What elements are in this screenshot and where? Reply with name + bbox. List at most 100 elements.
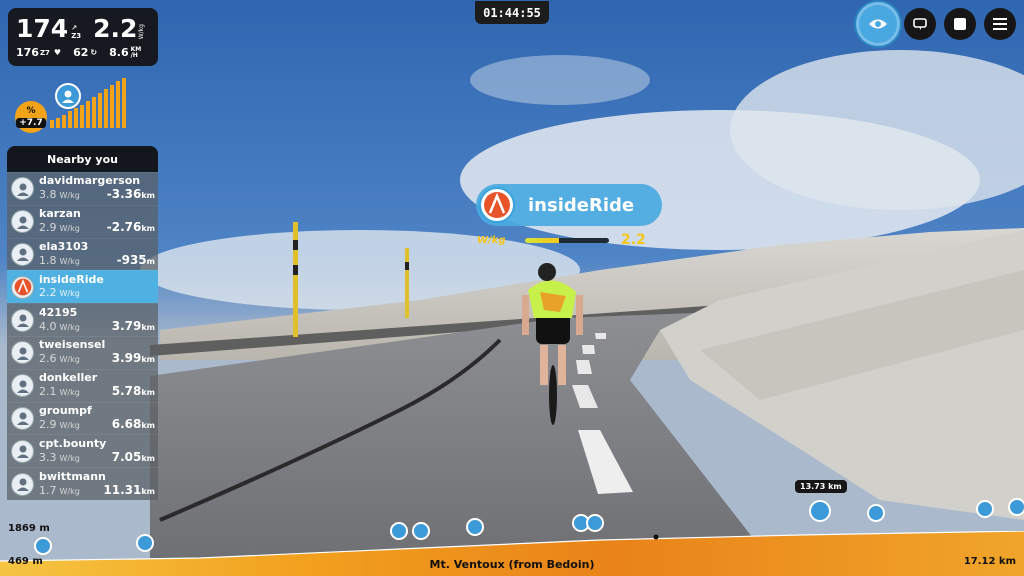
rider-gap: 5.78km xyxy=(112,384,155,400)
rider-avatar-icon xyxy=(11,406,34,430)
rider-wkg: 2.1 W/kg xyxy=(39,385,80,400)
rider-gap: 7.05km xyxy=(112,450,155,466)
gradient-label: % xyxy=(26,105,36,116)
rider-name: insideRide xyxy=(39,273,104,287)
menu-icon xyxy=(993,18,1007,30)
nearby-rider-row[interactable]: tweisensel 2.6 W/kg 3.99km xyxy=(7,335,158,369)
nearby-rider-row[interactable]: cpt.bounty 3.3 W/kg 7.05km xyxy=(7,434,158,468)
rider-wkg-fill xyxy=(525,237,559,243)
rider-gap-number: 3.99 xyxy=(111,351,142,366)
rider-gap-unit: km xyxy=(141,388,155,398)
rider-gap-unit: km xyxy=(141,420,155,430)
eye-icon xyxy=(869,19,887,29)
rider-wkg-number: 2.6 xyxy=(39,352,57,366)
rider-gap-unit: km xyxy=(141,191,155,201)
rider-gap-unit: km xyxy=(141,486,155,496)
rider-wkg-number: 3.3 xyxy=(39,450,57,464)
rider-wkg-label: W/kg xyxy=(477,234,506,246)
rider-wkg-number: 2.9 xyxy=(39,417,57,431)
rider-wkg: 2.9 W/kg xyxy=(39,418,80,433)
rider-gap-number: -3.36 xyxy=(106,187,142,202)
wkg-unit: W/kg xyxy=(138,23,146,39)
insideride-logo xyxy=(11,275,34,299)
rider-gap-number: -2.76 xyxy=(106,220,142,235)
rider-avatar-icon xyxy=(11,472,34,496)
nearby-rider-row[interactable]: groumpf 2.9 W/kg 6.68km xyxy=(7,401,158,435)
rider-gap: 3.99km xyxy=(112,351,155,367)
nearby-rider-row[interactable]: 42195 4.0 W/kg 3.79km xyxy=(7,303,158,336)
rider-name: karzan xyxy=(39,207,81,221)
stats-panel: 174 ↗ Z3 2.2 W/kg 176 Z7 ♥ 62 ↻ 8.6 KM /… xyxy=(8,8,158,66)
rider-gap: 6.68km xyxy=(112,417,155,433)
nearby-rider-row[interactable]: davidmargerson 3.8 W/kg -3.36km xyxy=(7,172,158,205)
loop-button[interactable] xyxy=(904,8,936,40)
rider-tag-name: insideRide xyxy=(528,194,635,216)
loop-icon xyxy=(913,18,927,30)
cadence-icon: ↻ xyxy=(90,48,98,57)
rider-avatar-icon xyxy=(11,242,34,266)
rider-wkg-unit: W/kg xyxy=(59,224,80,234)
nearby-list: davidmargerson 3.8 W/kg -3.36km karzan 2.9 W/k… xyxy=(7,172,158,500)
rider-avatar-icon xyxy=(11,210,34,234)
rider-wkg-unit: W/kg xyxy=(59,420,80,430)
rider-avatar-icon xyxy=(11,308,34,332)
rider-wkg-unit: W/kg xyxy=(59,256,80,266)
rider-gap-number: 3.79 xyxy=(111,318,142,333)
rider-wkg-number: 1.8 xyxy=(39,253,57,267)
rider-gap-number: -935 xyxy=(116,252,147,267)
rider-wkg-unit: W/kg xyxy=(59,191,80,201)
rider-gap-number: 7.05 xyxy=(111,449,142,464)
rider-pin-icon xyxy=(390,522,408,540)
rider-wkg-unit: W/kg xyxy=(59,289,80,299)
stop-button[interactable] xyxy=(944,8,976,40)
total-distance: 17.12 km xyxy=(963,556,1016,567)
rider-name: cpt.bounty xyxy=(39,436,107,450)
stop-icon xyxy=(954,18,966,30)
rider-gap-number: 5.78 xyxy=(111,384,142,399)
menu-button[interactable] xyxy=(984,8,1016,40)
heart-icon: ♥ xyxy=(53,48,62,57)
rider-wkg-number: 2.9 xyxy=(39,221,57,235)
rider-pin-icon xyxy=(976,500,994,518)
rider-wkg: 2.6 W/kg xyxy=(39,352,80,367)
cadence-zone: Z7 xyxy=(39,48,50,57)
camera-view-button[interactable] xyxy=(856,2,900,46)
rider-wkg: 3.8 W/kg xyxy=(39,188,80,203)
rider-wkg-unit: W/kg xyxy=(59,388,80,398)
current-position-dot xyxy=(653,534,659,540)
rider-gap-unit: km xyxy=(141,322,155,332)
rider-gap: 11.31km xyxy=(103,483,155,499)
nearby-rider-row[interactable]: karzan 2.9 W/kg -2.76km xyxy=(7,204,158,238)
cadence-value: 62 xyxy=(73,46,89,59)
rider-wkg-unit: W/kg xyxy=(59,355,80,365)
insideride-logo xyxy=(479,187,515,223)
nearby-rider-row[interactable]: insideRide 2.2 W/kg xyxy=(7,270,158,304)
rider-wkg: 2.9 W/kg xyxy=(39,221,80,236)
zone-arrow: ↗ xyxy=(71,24,78,32)
rider-name: donkeller xyxy=(39,371,98,385)
rider-wkg-number: 3.8 xyxy=(39,188,57,202)
rider-name-tag: insideRide xyxy=(476,184,662,226)
rider-pin-icon xyxy=(466,518,484,536)
rider-avatar-icon xyxy=(11,177,34,201)
rider-wkg: 1.8 W/kg xyxy=(39,254,80,269)
nearby-rider-row[interactable]: bwittmann 1.7 W/kg 11.31km xyxy=(7,467,158,500)
gradient-badge: % +7.7 xyxy=(15,101,47,133)
rider-wkg-value: 2.2 xyxy=(621,232,646,248)
rider-pin-icon xyxy=(586,514,604,532)
gradient-value: +7.7 xyxy=(16,117,46,128)
rider-gap-number: 11.31 xyxy=(103,482,142,497)
rider-wkg-number: 2.2 xyxy=(39,286,57,300)
rider-gap: -2.76km xyxy=(107,220,155,236)
rider-wkg-track xyxy=(525,237,609,243)
rider-wkg: 2.2 W/kg xyxy=(39,286,80,301)
nearby-rider-row[interactable]: ela3103 1.8 W/kg -935m xyxy=(7,237,158,271)
nearby-title: Nearby you xyxy=(7,146,158,172)
rider-gap-number: 6.68 xyxy=(111,416,142,431)
rider-wkg-unit: W/kg xyxy=(59,453,80,463)
rider-wkg-number: 2.1 xyxy=(39,385,57,399)
rider-name: 42195 xyxy=(39,305,78,319)
rider-name: bwittmann xyxy=(39,469,106,483)
nearby-rider-row[interactable]: donkeller 2.1 W/kg 5.78km xyxy=(7,368,158,402)
rider-pin-icon xyxy=(1008,498,1024,516)
